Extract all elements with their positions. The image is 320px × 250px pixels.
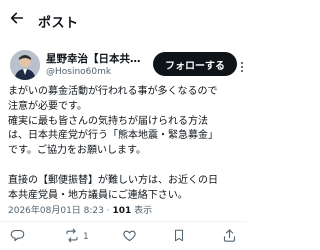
like-button[interactable]	[122, 226, 137, 248]
bookmark-button[interactable]	[172, 226, 186, 248]
view-count: 101	[112, 206, 132, 216]
retweet-count: 1	[83, 232, 89, 242]
tweet-line: まがいの募金活動が行われる事が多くなるので	[8, 86, 218, 97]
author-display-name[interactable]: 星野幸治【日本共産党】	[46, 51, 146, 66]
share-icon	[222, 228, 237, 247]
bookmark-icon	[172, 228, 186, 247]
tweet-line: 注意が必要です。	[8, 100, 87, 112]
top-bar: ポスト	[0, 0, 246, 40]
timestamp[interactable]: 2026年08月01日 8:23 ·	[8, 206, 112, 216]
share-button[interactable]	[222, 226, 237, 248]
tweet-line: です。ご協力をお願いします。	[8, 145, 146, 157]
tweet-line: 確実に最も皆さんの気持ちが届けられる方法	[8, 115, 208, 127]
action-bar: 1	[0, 226, 246, 248]
view-label: 表示	[131, 206, 153, 216]
retweet-icon	[64, 228, 80, 247]
tweet-line: 直接の【郵便振替】が難しい方は、お近くの日	[8, 174, 218, 186]
tweet-line: 本共産党員・地方議員にご連絡下さい。	[8, 189, 188, 201]
back-arrow-icon	[9, 10, 25, 30]
page-title: ポスト	[38, 16, 79, 31]
heart-icon	[122, 228, 137, 247]
more-vertical-icon	[238, 58, 246, 77]
tweet-meta: 2026年08月01日 8:23 · 101 表示	[8, 203, 152, 216]
avatar[interactable]	[10, 50, 40, 80]
back-button[interactable]	[6, 9, 28, 31]
more-options-button[interactable]	[238, 58, 246, 73]
author-handle[interactable]: @Hosino60mk	[46, 67, 111, 77]
divider	[0, 221, 246, 222]
tweet-text: まがいの募金活動が行われる事が多くなるので 注意が必要です。 確実に最も皆さんの…	[8, 85, 244, 203]
tweet-line: は、日本共産党が行う「熊本地震・緊急募金」	[8, 130, 218, 142]
follow-button[interactable]: フォローする	[153, 52, 237, 76]
reply-button[interactable]	[10, 226, 25, 248]
reply-icon	[10, 228, 25, 247]
retweet-button[interactable]: 1	[64, 226, 89, 248]
